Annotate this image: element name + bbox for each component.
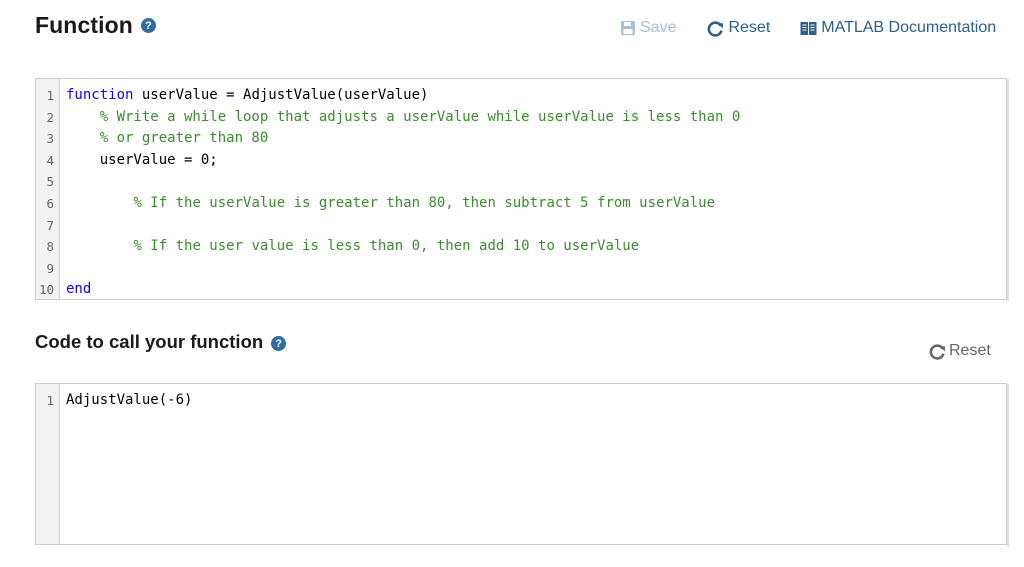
line-number: 4 [46,152,54,168]
code-area[interactable]: AdjustValue(-6) [60,384,192,544]
function-toolbar: Save Reset MATLAB Documentation [620,19,996,37]
floppy-disk-icon [621,21,635,35]
code-comment: % or greater than 80 [99,130,269,147]
call-reset-button[interactable]: Reset [929,342,991,360]
code-text: userValue = 0; [99,151,218,168]
code-line[interactable] [66,258,740,280]
code-comment: % If the userValue is greater than 80, t… [133,194,716,211]
function-title: Function [35,12,133,38]
function-code-editor[interactable]: 1 2 3 4 5 6 7 8 9 10 function userValue = AdjustV… [35,78,1009,302]
code-area[interactable]: function userValue = AdjustValue(userVal… [60,79,740,299]
code-line[interactable]: function userValue = AdjustValue(userVal… [66,85,740,107]
docs-label: MATLAB Documentation [821,19,997,36]
call-section-header: Code to call your function ? [35,331,287,353]
code-line[interactable]: % Write a while loop that adjusts a user… [66,107,741,129]
line-number: 9 [46,260,54,276]
function-section-header: Function ? [35,12,156,39]
code-line[interactable] [66,171,740,193]
line-number: 10 [38,282,54,298]
call-reset-label: Reset [949,342,991,359]
line-number: 1 [46,88,54,103]
save-label: Save [640,19,677,36]
refresh-icon [929,343,945,360]
code-text: userValue = AdjustValue(userValue) [133,87,429,103]
code-keyword: end [66,281,92,298]
line-number: 7 [46,217,54,233]
reset-label: Reset [728,19,771,36]
code-keyword: function [66,87,134,103]
code-line[interactable]: userValue = 0; [66,150,740,172]
code-comment: % Write a while loop that adjusts a user… [99,108,741,125]
refresh-icon [708,20,724,37]
line-number: 3 [46,131,54,147]
code-line[interactable]: % or greater than 80 [66,128,740,150]
code-line[interactable]: AdjustValue(-6) [66,390,192,412]
line-number: 8 [46,239,54,255]
line-number-gutter: 1 [36,384,60,544]
code-line[interactable]: % If the userValue is greater than 80, t… [66,193,740,215]
line-number: 6 [46,195,54,211]
code-line[interactable]: end [66,279,740,301]
line-number: 5 [46,174,54,190]
question-circle-icon[interactable]: ? [140,18,156,33]
code-line[interactable]: % If the user value is less than 0, then… [66,236,740,258]
reset-button[interactable]: Reset [707,19,770,37]
code-line[interactable] [66,215,740,237]
code-comment: % If the user value is less than 0, then… [133,238,640,255]
call-code-editor[interactable]: 1 AdjustValue(-6) [35,383,1009,547]
question-circle-icon[interactable]: ? [271,336,287,351]
line-number: 2 [46,109,54,125]
book-icon [800,21,817,35]
matlab-documentation-link[interactable]: MATLAB Documentation [800,19,996,37]
call-section-title: Code to call your function [35,331,264,352]
save-button[interactable]: Save [620,19,676,37]
code-text: AdjustValue(-6) [66,392,193,408]
line-number-gutter: 1 2 3 4 5 6 7 8 9 10 [36,79,60,299]
line-number: 1 [46,393,54,408]
